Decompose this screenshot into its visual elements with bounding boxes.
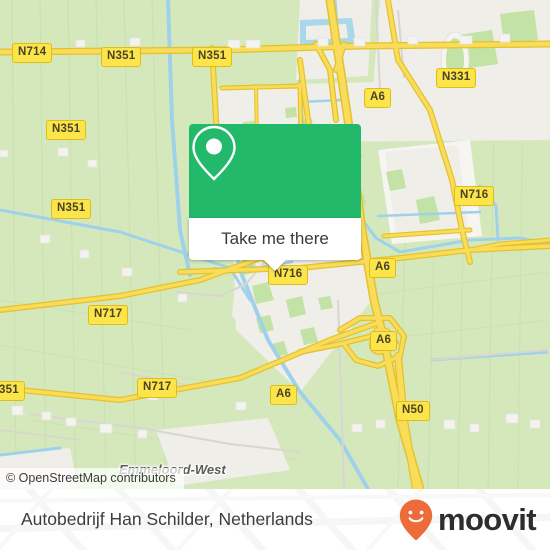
take-me-there-button[interactable]: Take me there (189, 218, 361, 260)
location-popup[interactable]: Take me there (189, 124, 361, 271)
road-shield: N717 (88, 305, 129, 325)
road-shield: N714 (12, 43, 53, 63)
take-me-there-label: Take me there (221, 229, 329, 248)
map-result-card: N714 N351 N351 N331 A6 N351 N716 N351 N7… (0, 0, 550, 550)
result-footer: Autobedrijf Han Schilder, Netherlands mo… (0, 489, 550, 550)
moovit-smiley-pin-icon (399, 499, 433, 540)
road-shield: 351 (0, 381, 25, 401)
road-shield: A6 (370, 331, 398, 351)
place-title: Autobedrijf Han Schilder, Netherlands (21, 509, 313, 529)
road-shield: A6 (270, 385, 298, 405)
map-pin-icon (192, 125, 236, 181)
popup-pointer (264, 260, 286, 271)
road-shield: N717 (137, 378, 178, 398)
road-shield: N351 (51, 199, 92, 219)
road-shield: N351 (46, 120, 87, 140)
road-shield: N716 (454, 186, 495, 206)
road-shield: N351 (192, 47, 233, 67)
road-shield: N351 (101, 47, 142, 67)
map-canvas[interactable]: N714 N351 N351 N331 A6 N351 N716 N351 N7… (0, 0, 550, 489)
road-shield: N50 (396, 401, 430, 421)
popup-header (189, 124, 361, 218)
road-shield: N331 (436, 68, 477, 88)
moovit-wordmark: moovit (437, 502, 537, 537)
osm-attribution[interactable]: © OpenStreetMap contributors (0, 468, 184, 489)
road-shield: A6 (369, 258, 397, 278)
moovit-logo[interactable]: moovit (398, 489, 537, 550)
road-shield: A6 (364, 88, 392, 108)
